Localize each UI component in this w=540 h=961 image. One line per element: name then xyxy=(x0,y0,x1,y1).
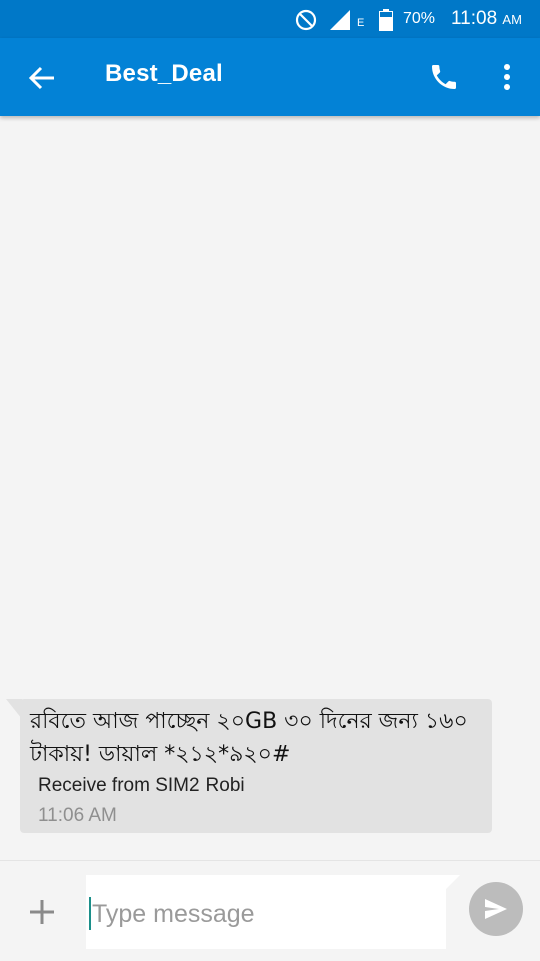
app-bar: Best_Deal xyxy=(0,38,540,116)
compose-bar xyxy=(0,860,540,961)
sim-label: Receive from SIM2 xyxy=(38,775,200,796)
message-input[interactable] xyxy=(90,895,444,933)
send-button[interactable] xyxy=(469,882,523,936)
battery-percent: 70% xyxy=(403,10,436,27)
text-cursor xyxy=(89,897,91,930)
do-not-disturb-icon xyxy=(295,9,317,35)
message-bubble[interactable]: রবিতে আজ পাচ্ছেন ২০GB ৩০ দিনের জন্য ১৬০ … xyxy=(20,699,492,833)
status-clock: 11:08 AM xyxy=(451,8,522,30)
battery-icon xyxy=(379,9,393,35)
compose-corner xyxy=(446,875,460,889)
signal-icon xyxy=(329,9,351,35)
back-arrow-icon[interactable] xyxy=(26,62,58,94)
phone-call-icon[interactable] xyxy=(428,61,460,93)
network-type: E xyxy=(357,17,365,29)
sim-info: Receive from SIM2 Robi xyxy=(38,775,245,797)
more-vert-icon[interactable] xyxy=(495,60,519,94)
status-bar: E 70% 11:08 AM xyxy=(0,0,540,38)
message-text: রবিতে আজ পাচ্ছেন ২০GB ৩০ দিনের জন্য ১৬০ … xyxy=(30,709,468,767)
carrier-name: Robi xyxy=(205,775,245,796)
add-icon[interactable] xyxy=(27,897,57,927)
send-icon xyxy=(485,899,507,919)
conversation-title: Best_Deal xyxy=(105,60,223,87)
message-time: 11:06 AM xyxy=(38,805,117,826)
compose-field xyxy=(86,875,460,949)
clock-ampm: AM xyxy=(502,12,522,27)
clock-time: 11:08 xyxy=(451,8,498,29)
